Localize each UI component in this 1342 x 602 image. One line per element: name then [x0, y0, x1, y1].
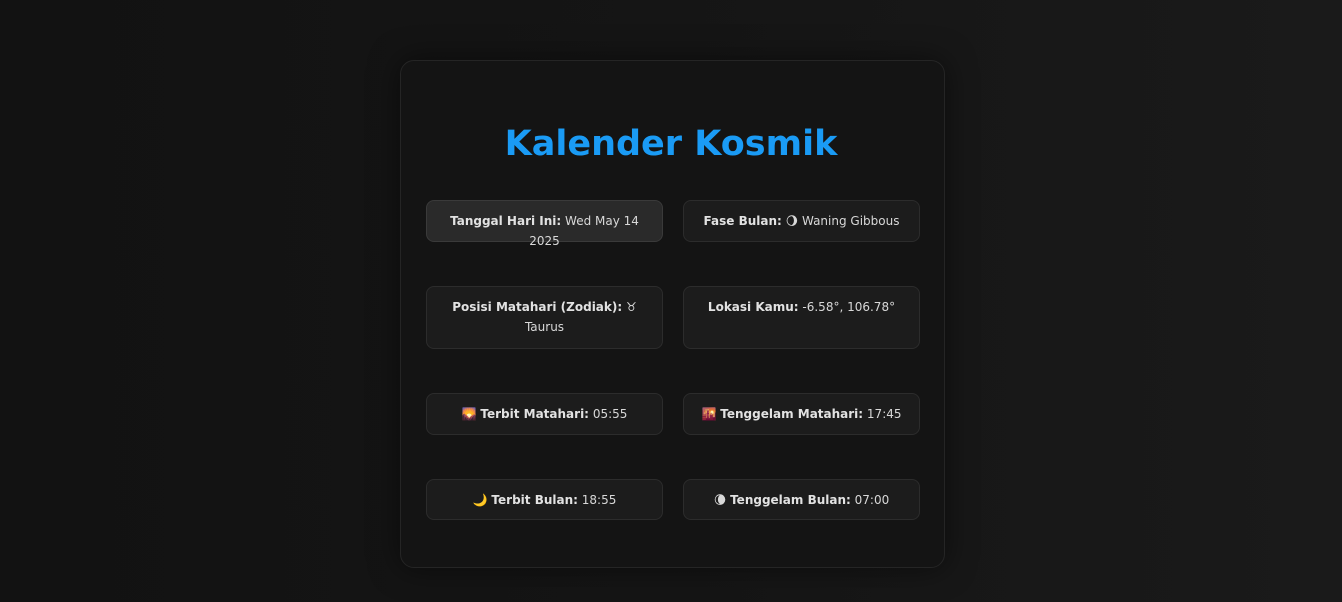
moon-phase-value: Waning Gibbous: [801, 214, 900, 228]
moonset-value: 07:00: [854, 493, 890, 507]
moonrise-value: 18:55: [581, 493, 617, 507]
moon-phase-label: Fase Bulan:: [703, 214, 782, 228]
moonset-box: 🌘 Tenggelam Bulan: 07:00: [683, 479, 920, 520]
moonrise-label: Terbit Bulan:: [491, 493, 578, 507]
sunset-icon: 🌇: [701, 407, 717, 421]
zodiac-box: Posisi Matahari (Zodiak): ♉ Taurus: [426, 286, 663, 349]
sunset-box: 🌇 Tenggelam Matahari: 17:45: [683, 393, 920, 435]
location-label: Lokasi Kamu:: [707, 300, 799, 314]
sunrise-label: Terbit Matahari:: [480, 407, 589, 421]
moonrise-box: 🌙 Terbit Bulan: 18:55: [426, 479, 663, 520]
page-title: Kalender Kosmik: [504, 124, 838, 164]
crescent-moon-icon: 🌙: [472, 493, 488, 507]
zodiac-value: Taurus: [524, 320, 565, 334]
location-box: Lokasi Kamu: -6.58°, 106.78°: [683, 286, 920, 349]
zodiac-label: Posisi Matahari (Zodiak):: [452, 300, 623, 314]
location-value: -6.58°, 106.78°: [802, 300, 896, 314]
sunrise-box: 🌄 Terbit Matahari: 05:55: [426, 393, 663, 435]
sunset-value: 17:45: [866, 407, 902, 421]
waning-gibbous-moon-icon: 🌖: [785, 214, 799, 228]
sunrise-value: 05:55: [592, 407, 628, 421]
sunset-label: Tenggelam Matahari:: [720, 407, 864, 421]
sunrise-icon: 🌄: [461, 407, 477, 421]
moonset-label: Tenggelam Bulan:: [730, 493, 851, 507]
taurus-icon: ♉: [626, 300, 637, 314]
date-box: Tanggal Hari Ini: Wed May 14 2025: [426, 200, 663, 248]
date-label: Tanggal Hari Ini:: [450, 214, 562, 228]
moon-phase-box: Fase Bulan: 🌖 Waning Gibbous: [683, 200, 920, 242]
waning-crescent-moon-icon: 🌘: [713, 493, 727, 507]
